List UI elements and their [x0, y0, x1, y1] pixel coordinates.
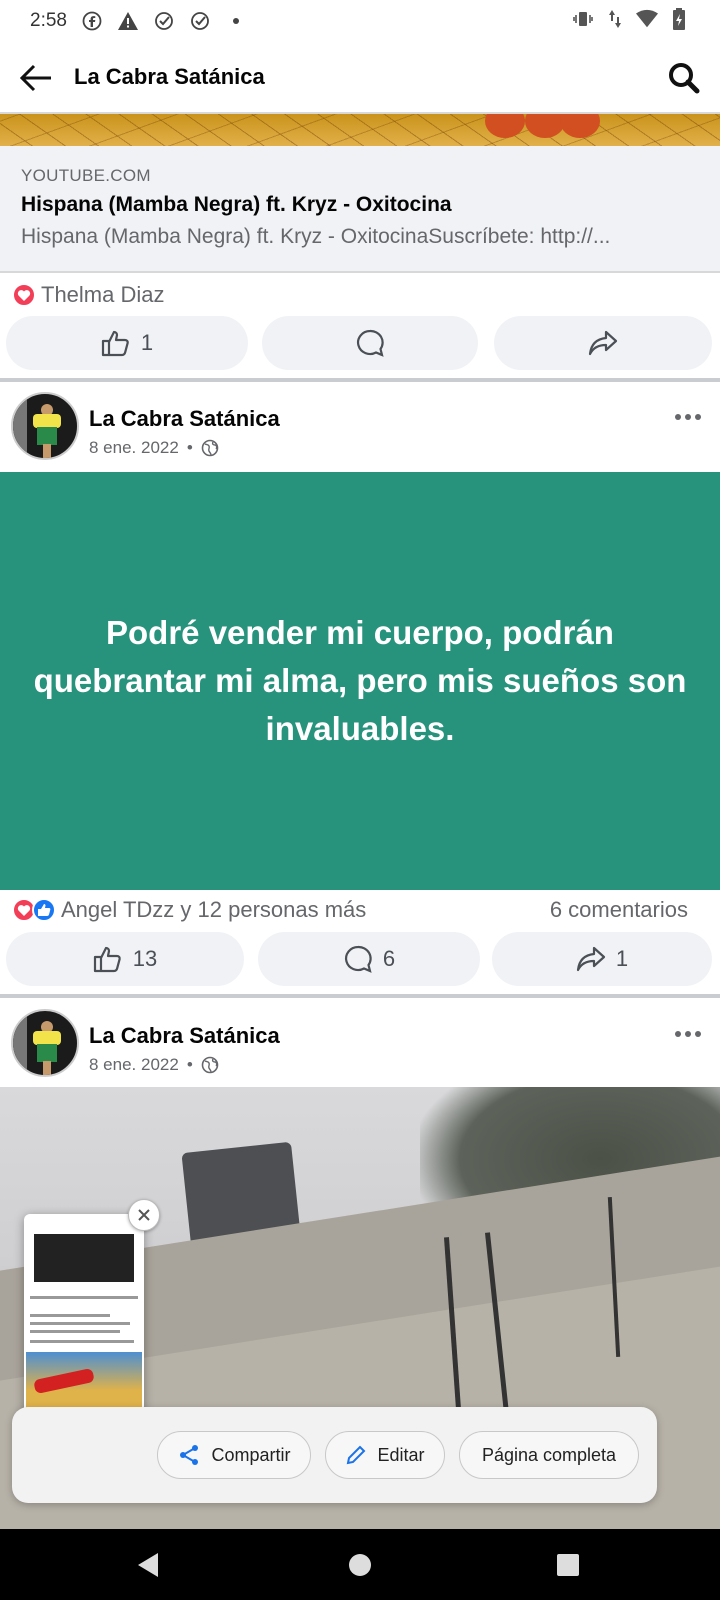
- nav-recents-icon: [557, 1554, 579, 1576]
- link-description: Hispana (Mamba Negra) ft. Kryz - Oxitoci…: [21, 225, 611, 248]
- thumbs-up-icon: [93, 946, 121, 973]
- post-meta: 8 ene. 2022 •: [89, 1055, 219, 1075]
- post-author[interactable]: La Cabra Satánica: [89, 1023, 280, 1049]
- avatar[interactable]: [11, 1009, 79, 1077]
- link-domain: YOUTUBE.COM: [21, 166, 151, 185]
- share-label: Compartir: [211, 1444, 291, 1465]
- data-arrows-icon: [604, 8, 626, 30]
- nav-back-icon: [138, 1553, 158, 1577]
- wifi-icon: [636, 8, 658, 30]
- share-arrow-icon: [576, 946, 605, 972]
- link-preview-card[interactable]: YOUTUBE.COM Hispana (Mamba Negra) ft. Kr…: [0, 146, 720, 273]
- more-options-button[interactable]: [668, 1019, 708, 1049]
- close-icon: [138, 1209, 150, 1221]
- post-actions: 13 6 1: [0, 932, 720, 988]
- reaction-names: Thelma Diaz: [41, 282, 165, 307]
- nav-back-button[interactable]: [132, 1549, 164, 1581]
- post-date[interactable]: 8 ene. 2022: [89, 1055, 179, 1075]
- like-button[interactable]: 13: [6, 932, 244, 986]
- avatar[interactable]: [11, 392, 79, 460]
- page-title: La Cabra Satánica: [74, 64, 265, 89]
- like-button[interactable]: 1: [6, 316, 248, 370]
- back-arrow-icon: [20, 64, 51, 92]
- globe-icon: [201, 1056, 219, 1074]
- system-navigation-bar: [0, 1529, 720, 1600]
- post-text: Podré vender mi cuerpo, podrán quebranta…: [33, 614, 687, 747]
- back-button[interactable]: [16, 58, 56, 98]
- link-title: Hispana (Mamba Negra) ft. Kryz - Oxitoci…: [21, 193, 452, 216]
- close-thumbnail-button[interactable]: [128, 1199, 160, 1231]
- edit-screenshot-button[interactable]: Editar: [325, 1431, 445, 1479]
- post-author[interactable]: La Cabra Satánica: [89, 406, 280, 432]
- search-icon: [669, 63, 700, 94]
- share-screenshot-button[interactable]: Compartir: [157, 1431, 311, 1479]
- comment-count: 6: [382, 946, 396, 971]
- post-header: La Cabra Satánica 8 ene. 2022 •: [0, 999, 720, 1085]
- share-icon: [180, 1445, 199, 1465]
- share-arrow-icon: [588, 330, 618, 356]
- nav-home-icon: [349, 1554, 371, 1576]
- comment-icon: [344, 945, 372, 973]
- search-button[interactable]: [662, 56, 706, 100]
- meta-separator: •: [186, 438, 193, 457]
- reaction-summary[interactable]: Thelma Diaz: [12, 280, 164, 310]
- facebook-notification-icon: [81, 10, 103, 32]
- check-circle-icon: [189, 10, 211, 32]
- post-header: La Cabra Satánica 8 ene. 2022 •: [0, 382, 720, 468]
- thumbs-up-icon: [101, 330, 129, 357]
- link-preview-image[interactable]: [0, 114, 720, 146]
- battery-icon: [668, 8, 690, 30]
- more-dots-icon: [675, 1031, 701, 1037]
- reaction-names: Angel TDzz y 12 personas más: [61, 897, 367, 922]
- post-divider: [0, 994, 720, 998]
- share-button[interactable]: [494, 316, 712, 370]
- full-page-label: Página completa: [481, 1444, 617, 1465]
- edit-label: Editar: [377, 1444, 425, 1465]
- post-actions: 1: [0, 316, 720, 372]
- dot-icon: [225, 10, 247, 32]
- check-circle-icon: [153, 10, 175, 32]
- comment-button[interactable]: 6: [258, 932, 480, 986]
- comments-count-link[interactable]: 6 comentarios: [550, 897, 688, 923]
- reaction-summary[interactable]: Angel TDzz y 12 personas más: [12, 895, 366, 925]
- vibrate-icon: [572, 8, 594, 30]
- meta-separator: •: [186, 1055, 193, 1074]
- post-meta: 8 ene. 2022 •: [89, 438, 219, 458]
- comment-icon: [356, 329, 384, 357]
- status-bar: 2:58: [0, 0, 720, 42]
- nav-recents-button[interactable]: [552, 1549, 584, 1581]
- full-page-capture-button[interactable]: Página completa: [459, 1431, 639, 1479]
- comment-button[interactable]: [262, 316, 478, 370]
- heart-reaction-icon: [12, 283, 36, 307]
- pencil-icon: [347, 1445, 366, 1465]
- more-options-button[interactable]: [668, 402, 708, 432]
- globe-icon: [201, 439, 219, 457]
- app-bar: La Cabra Satánica: [0, 42, 720, 114]
- status-text-post[interactable]: Podré vender mi cuerpo, podrán quebranta…: [0, 472, 720, 890]
- more-dots-icon: [675, 414, 701, 420]
- nav-home-button[interactable]: [344, 1549, 376, 1581]
- warning-icon: [117, 10, 139, 32]
- status-time: 2:58: [30, 10, 67, 31]
- share-count: 1: [615, 946, 629, 971]
- like-count: 1: [140, 330, 154, 355]
- post-date[interactable]: 8 ene. 2022: [89, 438, 179, 458]
- share-button[interactable]: 1: [492, 932, 712, 986]
- like-count: 13: [132, 946, 158, 971]
- like-reaction-icon: [32, 898, 56, 922]
- screenshot-actions-panel: Compartir Editar Página completa: [12, 1407, 657, 1503]
